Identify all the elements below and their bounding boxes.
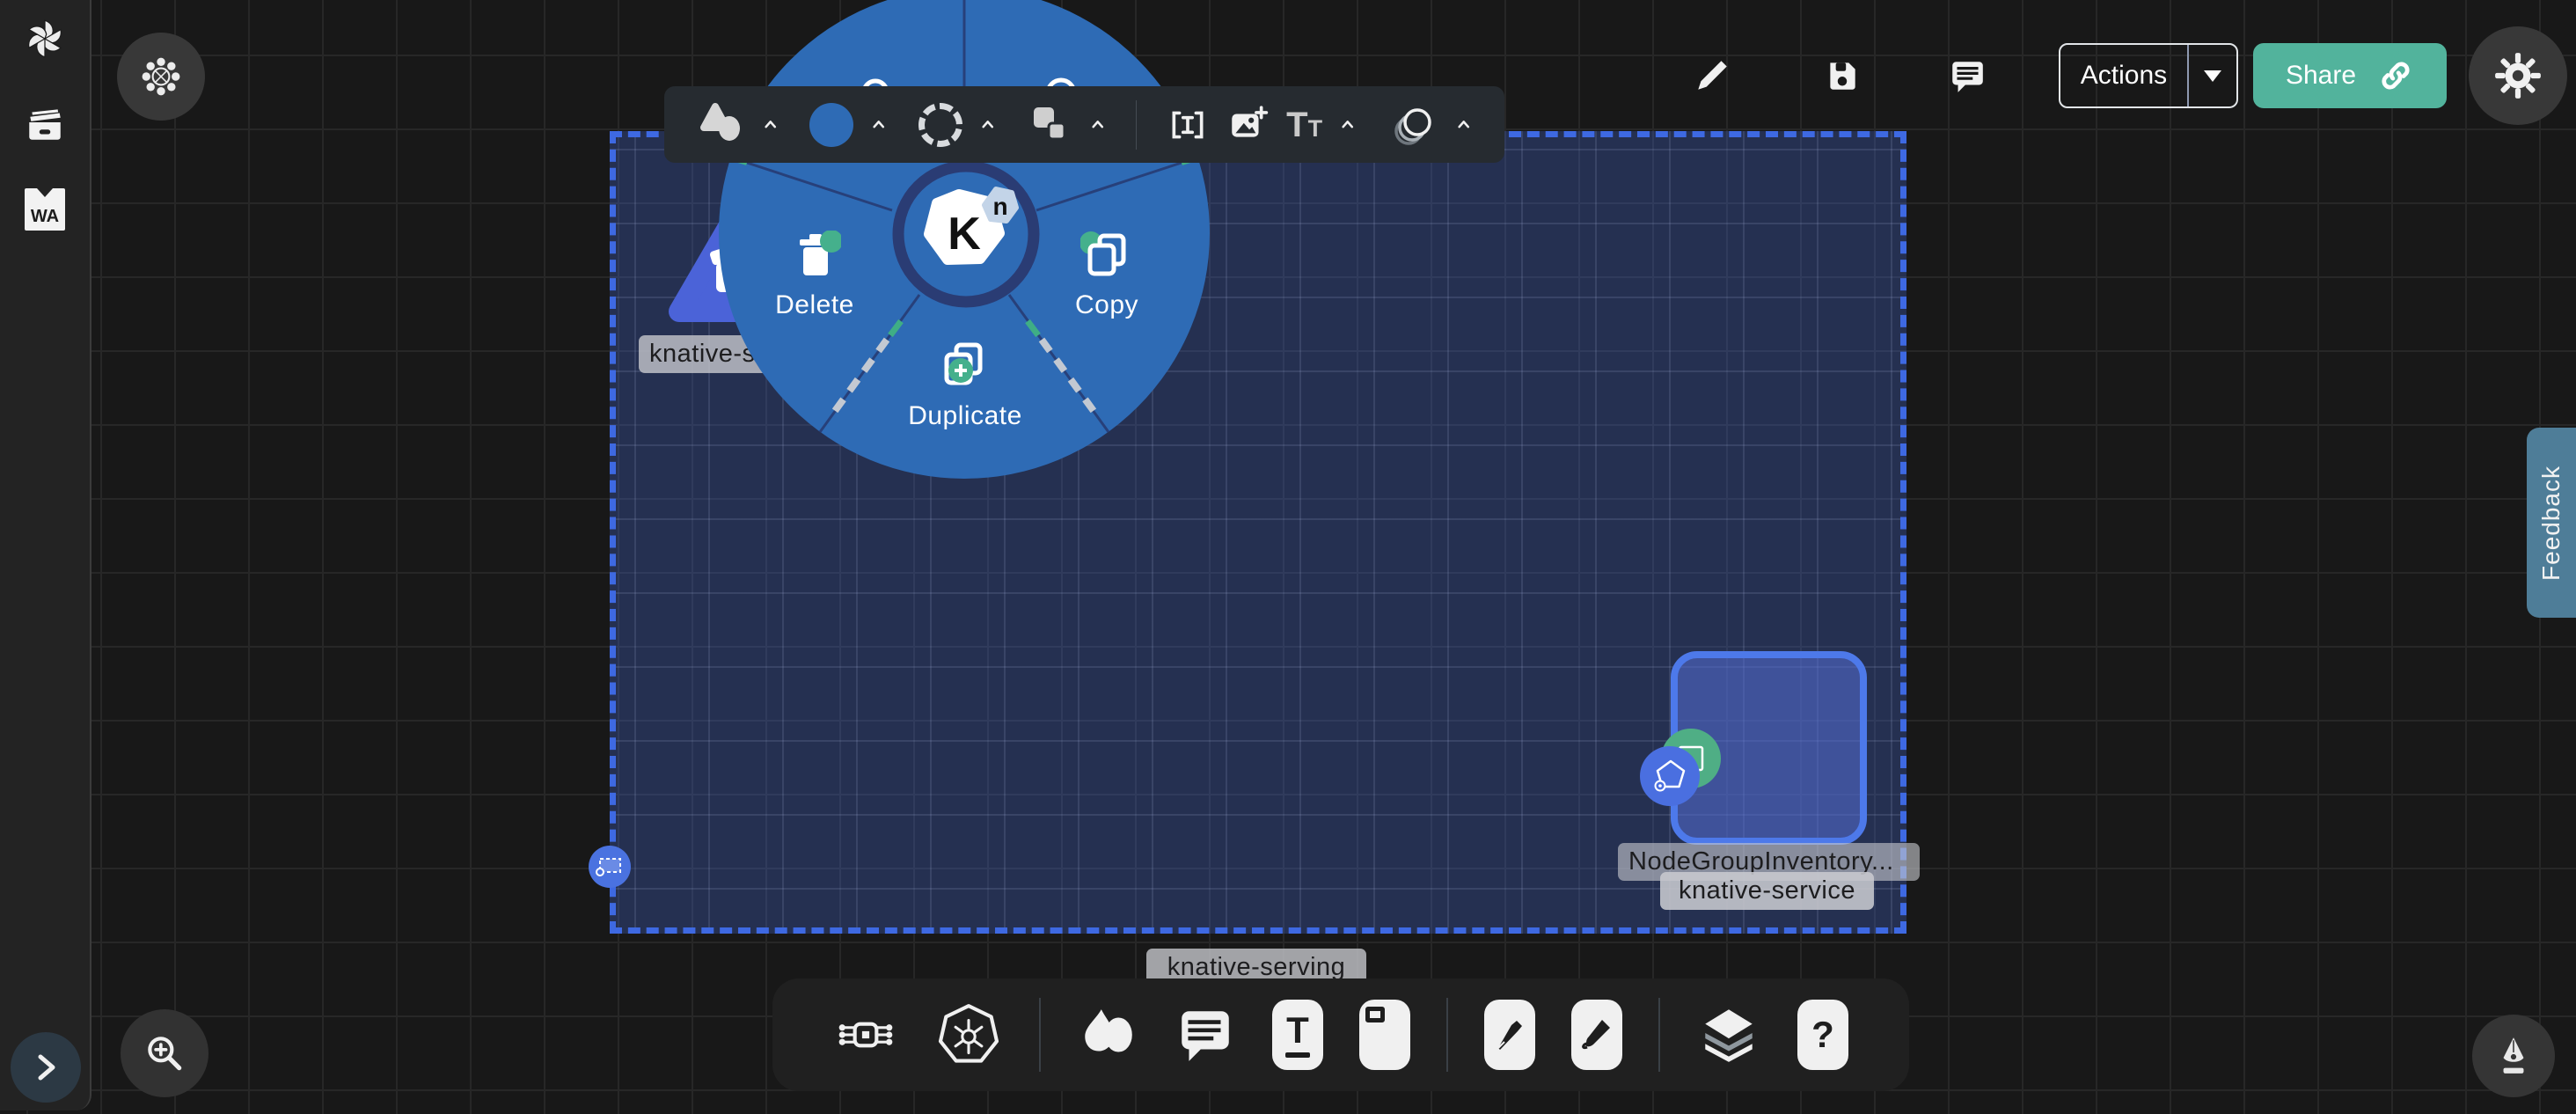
group-order-button[interactable] [1027,102,1072,148]
border-style-button[interactable] [918,103,962,147]
sidebar-item-webassembly[interactable]: WA [22,187,68,232]
link-icon [2377,57,2414,94]
resize-width-icon [1167,104,1209,146]
chevron-up-icon[interactable] [1090,114,1105,136]
color-swatch-icon [809,103,853,147]
settings-button[interactable] [2469,26,2567,125]
toolbar-divider [1136,100,1137,150]
tool-kubernetes[interactable] [934,1000,1003,1069]
shape-style-button[interactable] [698,101,745,149]
frame-tool-icon [1359,1000,1410,1070]
radial-item-label: Duplicate [908,401,1022,431]
help-icon: ? [1797,1000,1848,1070]
gear-icon [2492,50,2543,101]
text-tool-icon: T [1272,1000,1323,1070]
label-knative-service: knative-service [1660,872,1874,910]
flower-node-icon [141,56,181,97]
left-sidebar: WA [0,0,91,1110]
tool-layers[interactable] [1696,1002,1761,1067]
pencil-icon [1693,56,1731,95]
toolbar-divider [1658,998,1660,1072]
tool-frame[interactable] [1359,1000,1410,1070]
chevron-right-icon [30,1052,62,1083]
circuit-icon [833,1002,898,1067]
actions-label: Actions [2060,61,2187,91]
chevron-up-icon[interactable] [1456,114,1471,136]
toolbar-divider [1039,998,1041,1072]
stacked-circles-icon [1391,101,1438,149]
marker-tool-icon [1571,1000,1622,1070]
comments-button[interactable] [1948,56,1987,95]
add-image-button[interactable] [1226,104,1269,146]
radial-item-duplicate[interactable]: Duplicate [907,341,1023,431]
chevron-up-icon[interactable] [980,114,995,136]
zoom-in-button[interactable] [121,1009,209,1097]
trash-icon [788,231,841,283]
tool-diagram[interactable] [833,1002,898,1067]
comment-icon [1175,1004,1236,1066]
expand-sidebar-button[interactable] [11,1032,81,1103]
image-add-icon [1226,104,1269,146]
text-style-button[interactable]: TT [1286,107,1322,143]
fill-color-button[interactable] [809,103,853,147]
save-icon [1823,56,1862,95]
pen-nib-icon [2492,1035,2535,1077]
chevron-up-icon[interactable] [871,114,886,136]
chevron-up-icon[interactable] [763,114,778,136]
sidebar-item-archive[interactable] [22,100,68,146]
pinwheel-logo-icon [23,17,67,61]
share-button[interactable]: Share [2253,43,2447,108]
tool-marker[interactable] [1571,1000,1622,1070]
pen-mode-button[interactable] [2472,1015,2555,1097]
sidebar-item-logo[interactable] [22,16,68,62]
app-root: knative-s NodeGroupInventory... knative-… [0,0,2576,1114]
edit-button[interactable] [1693,56,1731,95]
bottom-toolbar: T [772,978,1909,1091]
knative-badge-letter: n [992,193,1007,220]
tool-shapes[interactable] [1077,1004,1138,1066]
comment-icon [1948,56,1987,95]
opacity-button[interactable] [1391,101,1438,149]
archive-icon [24,102,66,144]
selection-handle[interactable] [589,846,631,888]
layers-icon [1696,1002,1761,1067]
webassembly-icon: WA [25,188,65,231]
group-icon [1027,102,1072,148]
tool-pen[interactable] [1484,1000,1535,1070]
radial-item-label: Copy [1075,290,1138,320]
node-picker-button[interactable] [117,33,205,121]
tool-comment[interactable] [1175,1004,1236,1066]
marquee-icon [596,855,624,878]
tool-help[interactable]: ? [1797,1000,1848,1070]
feedback-tab[interactable]: Feedback [2527,428,2576,618]
actions-dropdown[interactable] [2189,70,2236,82]
magnifier-plus-icon [143,1031,187,1075]
copy-icon [1080,231,1133,283]
radial-item-delete[interactable]: Delete [757,231,873,320]
save-button[interactable] [1823,56,1862,95]
resize-width-button[interactable] [1167,104,1209,146]
radial-item-copy[interactable]: Copy [1049,231,1165,320]
feedback-label: Feedback [2537,465,2565,581]
format-toolbar: TT [664,86,1504,163]
shapes-icon [698,101,745,149]
actions-split-button[interactable]: Actions [2059,43,2238,108]
toolbar-divider [1446,998,1448,1072]
knative-pentagon-icon[interactable] [1640,746,1700,806]
share-label: Share [2286,61,2356,91]
duplicate-icon [939,341,992,394]
kubernetes-helm-icon [934,1000,1003,1069]
pen-tool-icon [1484,1000,1535,1070]
dashed-circle-icon [918,103,962,147]
shapes-icon [1077,1004,1138,1066]
k8s-letter: K [948,209,981,260]
text-style-icon: TT [1286,107,1322,143]
caret-down-icon [2204,70,2221,82]
radial-item-label: Delete [775,290,854,320]
tool-text[interactable]: T [1272,1000,1323,1070]
chevron-up-icon[interactable] [1340,114,1355,136]
